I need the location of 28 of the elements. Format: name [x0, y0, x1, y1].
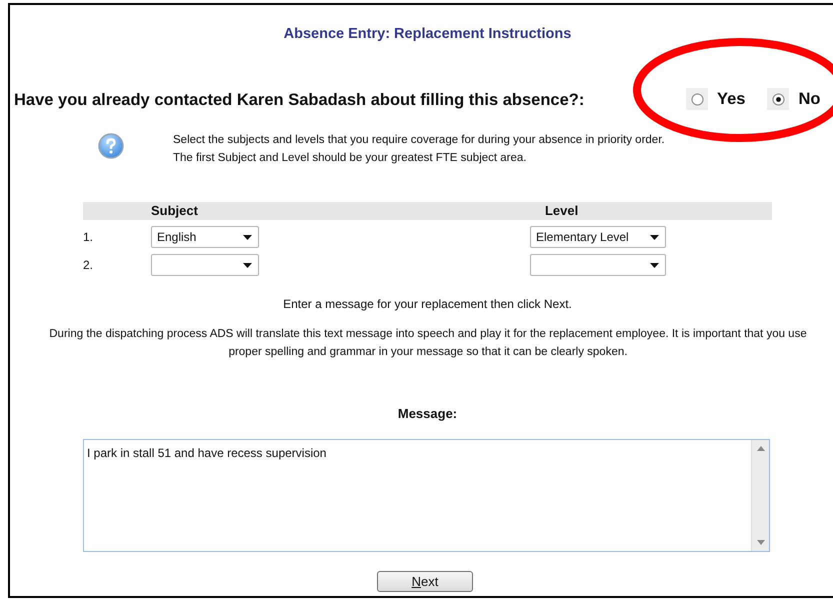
caret-icon: [243, 234, 252, 240]
scroll-down-icon[interactable]: [756, 540, 764, 545]
radio-button[interactable]: [690, 92, 704, 106]
note-text: During the dispatching process ADS will translate this text message into speech and play it for the replacement employee. It is important that you use proper spelling and grammar in your message so that it can be clearly spoken.: [48, 327, 808, 360]
help-icon: [98, 133, 124, 159]
message-field[interactable]: I park in stall 51 and have recess supervision: [83, 439, 770, 552]
prompt-text: Enter a message for your replacement then click Next.: [282, 296, 573, 313]
next-button[interactable]: Next: [377, 571, 473, 592]
radio-button[interactable]: [772, 92, 785, 106]
caret-icon: [243, 262, 252, 268]
row-number: 1.: [83, 229, 94, 246]
option-label[interactable]: No: [798, 87, 820, 112]
dropdown[interactable]: [151, 254, 259, 276]
dropdown[interactable]: Elementary Level: [530, 226, 666, 248]
instruction-text: Select the subjects and levels that you require coverage for during your absence in priority order. The first Subject and Level should be your greatest FTE subject area.: [173, 133, 666, 166]
page-title: Absence Entry: Replacement Instructions: [282, 25, 572, 44]
message-label: Message:: [396, 405, 458, 423]
column-header: Level: [544, 202, 578, 220]
option-label[interactable]: Yes: [717, 87, 746, 112]
column-header: Subject: [151, 202, 198, 220]
caret-icon: [650, 234, 659, 240]
row-number: 2.: [83, 257, 94, 274]
scrollbar[interactable]: [751, 440, 769, 551]
scroll-up-icon[interactable]: [756, 446, 764, 451]
question-text: Have you already contacted Karen Sabadash about filling this absence?:: [14, 90, 584, 111]
dropdown[interactable]: [530, 254, 666, 276]
caret-icon: [650, 262, 659, 268]
dropdown[interactable]: English: [151, 226, 259, 248]
